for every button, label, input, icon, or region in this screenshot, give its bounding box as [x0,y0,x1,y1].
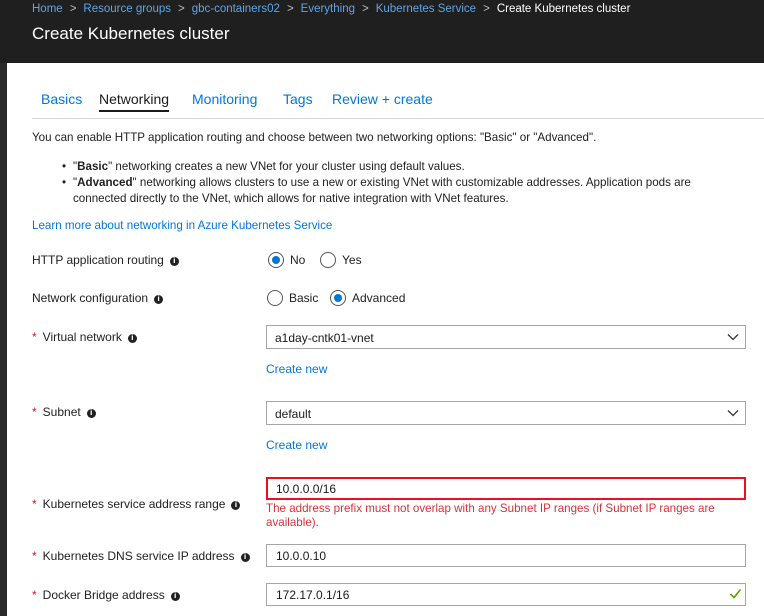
required-marker: * [32,549,37,563]
tab-review-create[interactable]: Review + create [332,91,433,107]
bullet-text: networking creates a new VNet for your c… [112,160,465,173]
bullet-term: Advanced [77,176,133,189]
info-icon[interactable]: i [240,553,250,562]
docker-bridge-label: * Docker Bridge address i [32,588,180,602]
breadcrumb: Home > Resource groups > gbc-containers02 > Ev… [32,3,630,15]
header-bar: Home > Resource groups > gbc-containers02 > Ev… [0,0,764,63]
breadcrumb-resource-group[interactable]: gbc-containers02 [192,3,280,15]
breadcrumb-everything[interactable]: Everything [301,3,355,15]
virtual-network-select[interactable]: a1day-cntk01-vnet [266,325,746,349]
dns-service-ip-value: 10.0.0.10 [276,549,327,563]
list-item: • "Basic" networking creates a new VNet f… [62,159,742,175]
network-basic-radio[interactable] [267,290,283,306]
subnet-label: * Subnet i [32,405,96,419]
chevron-down-icon [727,410,739,417]
network-basic-label[interactable]: Basic [289,291,318,305]
checkmark-icon [729,588,742,599]
breadcrumb-home[interactable]: Home [32,3,63,15]
service-address-range-label-text: Kubernetes service address range [42,497,226,511]
info-icon[interactable]: i [170,592,180,601]
service-address-range-input[interactable]: 10.0.0.0/16 [266,477,746,500]
dns-service-ip-input[interactable]: 10.0.0.10 [266,544,746,567]
learn-more-link[interactable]: Learn more about networking in Azure Kub… [32,219,332,232]
network-advanced-radio[interactable] [330,290,346,306]
docker-bridge-value: 172.17.0.1/16 [276,588,350,602]
http-routing-label: HTTP application routing i [32,253,179,267]
http-routing-yes-label[interactable]: Yes [342,253,362,267]
create-new-vnet-link[interactable]: Create new [266,362,327,376]
virtual-network-label: * Virtual network i [32,330,137,344]
virtual-network-label-text: Virtual network [42,330,122,344]
virtual-network-value: a1day-cntk01-vnet [275,331,374,345]
breadcrumb-separator: > [286,3,294,15]
tab-divider [32,118,764,119]
dns-service-ip-label: * Kubernetes DNS service IP address i [32,549,250,563]
service-address-range-label: * Kubernetes service address range i [32,497,241,511]
tab-basics[interactable]: Basics [41,91,82,107]
breadcrumb-resource-groups[interactable]: Resource groups [83,3,171,15]
subnet-label-text: Subnet [42,405,81,419]
intro-text: You can enable HTTP application routing … [32,131,597,144]
required-marker: * [32,330,37,344]
info-icon[interactable]: i [86,409,96,418]
subnet-value: default [275,407,312,421]
bullet-text: networking allows clusters to use a new … [73,176,691,205]
required-marker: * [32,405,37,419]
bullet-dot: • [62,176,67,189]
http-routing-no-radio[interactable] [268,252,284,268]
docker-bridge-label-text: Docker Bridge address [42,588,165,602]
left-rail [0,0,7,616]
breadcrumb-separator: > [69,3,77,15]
breadcrumb-separator: > [362,3,369,15]
service-address-range-value: 10.0.0.0/16 [276,482,337,496]
tab-monitoring[interactable]: Monitoring [192,91,257,107]
subnet-select[interactable]: default [266,401,746,425]
page-title: Create Kubernetes cluster [32,24,230,43]
list-item: • "Advanced" networking allows clusters t… [62,175,742,207]
network-config-label-text: Network configuration [32,291,149,305]
tab-networking[interactable]: Networking [99,91,170,112]
info-icon[interactable]: i [127,334,137,343]
info-icon[interactable]: i [169,257,179,266]
http-routing-label-text: HTTP application routing [32,253,164,267]
tab-bar: Basics Networking Monitoring Tags Review… [32,91,764,116]
info-icon[interactable]: i [231,501,241,510]
networking-options-list: • "Basic" networking creates a new VNet f… [62,159,742,207]
create-new-subnet-link[interactable]: Create new [266,438,327,452]
chevron-down-icon [727,334,739,341]
breadcrumb-current: Create Kubernetes cluster [496,3,631,15]
breadcrumb-kubernetes-service[interactable]: Kubernetes Service [376,3,476,15]
required-marker: * [32,588,37,602]
bullet-dot: • [62,160,67,173]
tab-tags[interactable]: Tags [283,91,313,107]
dns-service-ip-label-text: Kubernetes DNS service IP address [42,549,235,563]
breadcrumb-separator: > [483,3,490,15]
http-routing-yes-radio[interactable] [320,252,336,268]
info-icon[interactable]: i [154,295,164,304]
service-address-range-error: The address prefix must not overlap with… [266,502,715,529]
docker-bridge-input[interactable]: 172.17.0.1/16 [266,583,746,606]
breadcrumb-separator: > [177,3,185,15]
required-marker: * [32,497,37,511]
network-config-label: Network configuration i [32,291,164,305]
network-advanced-label[interactable]: Advanced [352,291,405,305]
bullet-term: Basic [77,160,109,173]
http-routing-no-label[interactable]: No [290,253,305,267]
